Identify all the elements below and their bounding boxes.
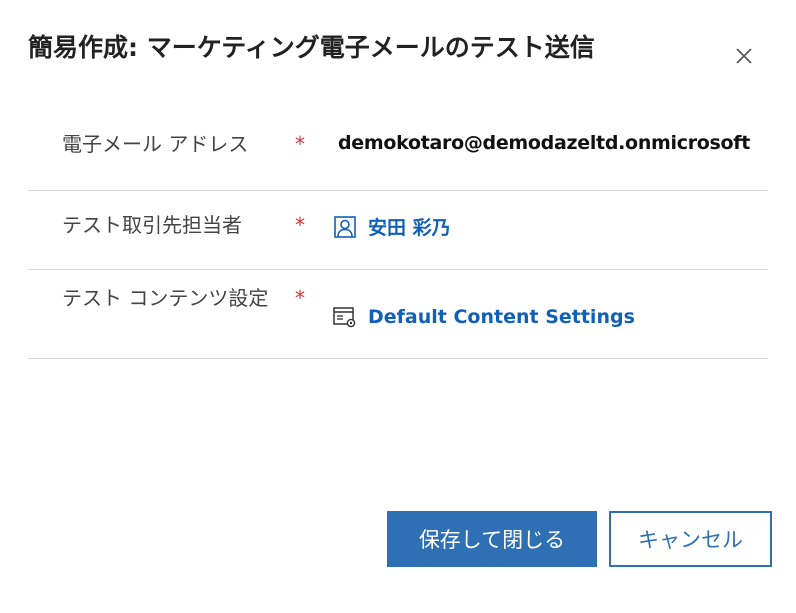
test-content-settings-lookup[interactable]: Default Content Settings [332, 304, 635, 330]
test-contact-lookup[interactable]: 安田 彩乃 [332, 213, 451, 240]
quick-create-dialog: 簡易作成: マーケティング電子メールのテスト送信 電子メール アドレス * de… [0, 0, 796, 613]
email-address-field[interactable]: demokotaro@demodazeltd.onmicrosoft [338, 132, 750, 154]
close-icon [736, 48, 752, 64]
test-content-settings-row: テスト コンテンツ設定 * Default Content Settings [28, 270, 768, 359]
email-address-label: 電子メール アドレス [62, 132, 249, 156]
save-and-close-button[interactable]: 保存して閉じる [387, 511, 597, 567]
required-indicator: * [295, 132, 305, 156]
test-contact-value[interactable]: 安田 彩乃 [368, 213, 451, 240]
required-indicator: * [295, 286, 305, 310]
required-indicator: * [295, 213, 305, 237]
test-content-settings-value[interactable]: Default Content Settings [368, 306, 635, 328]
test-content-settings-label: テスト コンテンツ設定 [62, 286, 269, 310]
dialog-title: 簡易作成: マーケティング電子メールのテスト送信 [28, 33, 595, 62]
test-contact-label: テスト取引先担当者 [62, 213, 242, 237]
content-settings-icon [333, 307, 356, 328]
contact-icon [334, 215, 356, 238]
cancel-button[interactable]: キャンセル [609, 511, 772, 567]
form-fields: 電子メール アドレス * demokotaro@demodazeltd.onmi… [28, 102, 768, 359]
test-contact-row: テスト取引先担当者 * 安田 彩乃 [28, 191, 768, 270]
email-address-row: 電子メール アドレス * demokotaro@demodazeltd.onmi… [28, 102, 768, 191]
close-button[interactable] [728, 40, 760, 72]
